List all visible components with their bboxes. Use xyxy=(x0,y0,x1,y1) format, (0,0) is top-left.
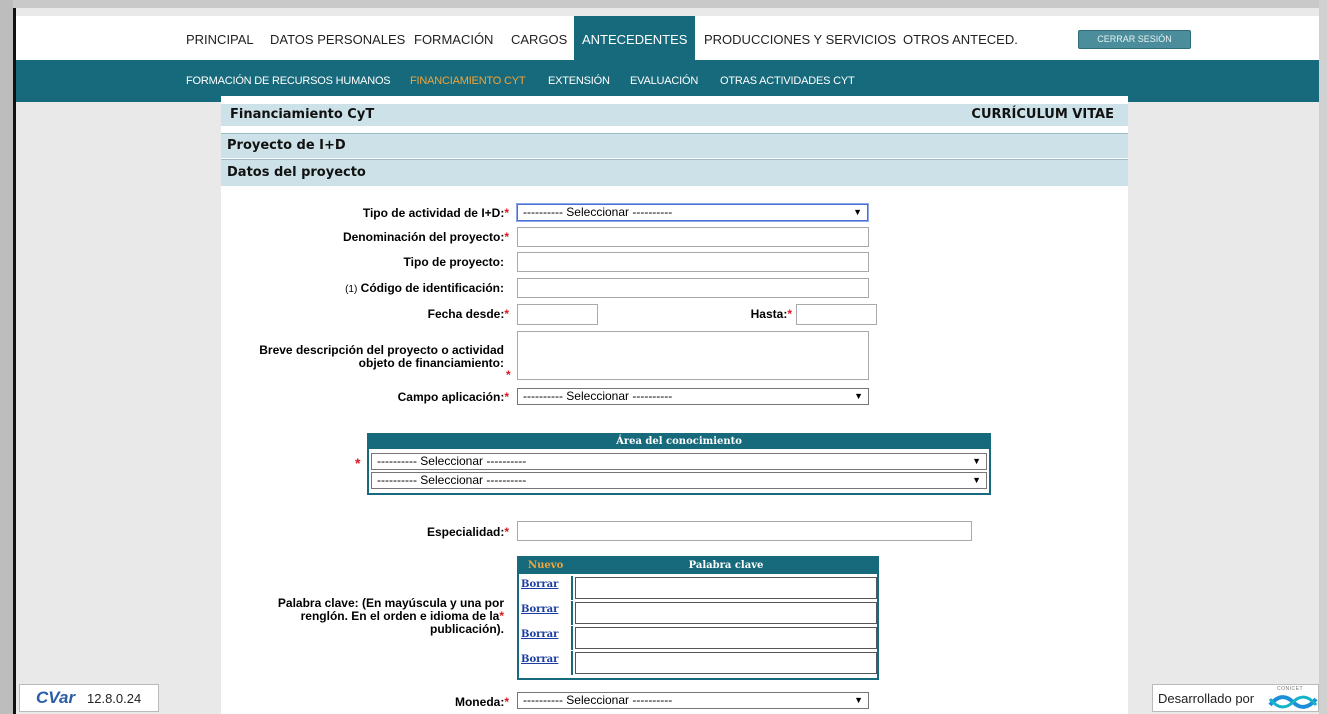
tipo-actividad-label: Tipo de actividad de I+D:* xyxy=(362,206,509,220)
palabra-clave-input[interactable] xyxy=(575,577,877,599)
logout-button[interactable]: CERRAR SESIÓN xyxy=(1078,30,1191,49)
area-conocimiento-box: Área del conocimiento ---------- Selecci… xyxy=(367,433,991,495)
nav-otros-antecedentes[interactable]: OTROS ANTECED. xyxy=(903,16,1018,60)
page-title: Financiamiento CyT xyxy=(230,107,375,122)
table-row: Borrar xyxy=(519,576,877,600)
borrar-link[interactable]: Borrar xyxy=(521,579,558,590)
table-row: Borrar xyxy=(519,651,877,675)
table-row: Borrar xyxy=(519,626,877,650)
descripcion-required-mark: * xyxy=(506,368,511,382)
palabra-clave-input[interactable] xyxy=(575,602,877,624)
hasta-label: Hasta:* xyxy=(750,307,792,321)
descripcion-textarea[interactable] xyxy=(517,331,869,380)
nav-producciones[interactable]: PRODUCCIONES Y SERVICIOS xyxy=(704,16,896,60)
area-select-2[interactable]: ---------- Seleccionar ---------- ▼ xyxy=(371,472,987,489)
developer-badge: Desarrollado por CONICET xyxy=(1152,684,1319,712)
area-required-mark: * xyxy=(355,455,361,471)
section-proyecto-title: Proyecto de I+D xyxy=(227,138,346,153)
nav-principal[interactable]: PRINCIPAL xyxy=(186,16,254,60)
version-badge: CVar 12.8.0.24 xyxy=(19,684,159,712)
campo-label: Campo aplicación:* xyxy=(397,390,509,404)
dropdown-arrow-icon: ▼ xyxy=(854,391,863,401)
campo-select[interactable]: ---------- Seleccionar ---------- ▼ xyxy=(517,388,869,405)
version-text: 12.8.0.24 xyxy=(87,691,142,706)
especialidad-input[interactable] xyxy=(517,521,972,541)
palabra-clave-col-header: Palabra clave xyxy=(688,560,764,571)
dropdown-arrow-icon: ▼ xyxy=(853,207,862,217)
palabra-clave-input[interactable] xyxy=(575,627,877,649)
nav-antecedentes[interactable]: ANTECEDENTES xyxy=(574,16,696,60)
fecha-desde-input[interactable] xyxy=(517,304,598,325)
moneda-label: Moneda:* xyxy=(454,695,509,709)
conicet-logo-icon xyxy=(1268,695,1318,709)
main-navbar: PRINCIPAL DATOS PERSONALES FORMACIÓN CAR… xyxy=(16,16,1319,60)
denominacion-label: Denominación del proyecto:* xyxy=(342,230,509,244)
nav-formacion[interactable]: FORMACIÓN xyxy=(414,16,493,60)
section-datos: Datos del proyecto xyxy=(221,159,1128,186)
developer-text: Desarrollado por xyxy=(1158,691,1255,706)
borrar-link[interactable]: Borrar xyxy=(521,654,558,665)
section-proyecto: Proyecto de I+D xyxy=(221,133,1128,158)
dropdown-arrow-icon: ▼ xyxy=(972,456,981,466)
fecha-desde-label: Fecha desde:* xyxy=(427,307,509,321)
especialidad-label: Especialidad:* xyxy=(426,525,509,539)
cv-label: CURRÍCULUM VITAE xyxy=(971,107,1114,122)
denominacion-input[interactable] xyxy=(517,227,869,247)
moneda-select[interactable]: ---------- Seleccionar ---------- ▼ xyxy=(517,692,869,709)
tipo-actividad-select[interactable]: ---------- Seleccionar ---------- ▼ xyxy=(517,204,868,221)
nav-datos-personales[interactable]: DATOS PERSONALES xyxy=(270,16,405,60)
hasta-input[interactable] xyxy=(796,304,877,325)
codigo-label: (1) Código de identificación: xyxy=(345,281,504,295)
tipo-proyecto-label: Tipo de proyecto: xyxy=(403,255,504,269)
palabra-clave-table: Nuevo Palabra clave Borrar Borrar Borrar… xyxy=(517,556,879,680)
area-conocimiento-title: Área del conocimiento xyxy=(369,435,989,449)
conicet-label: CONICET xyxy=(1277,686,1303,692)
codigo-input[interactable] xyxy=(517,278,869,298)
borrar-link[interactable]: Borrar xyxy=(521,604,558,615)
tipo-proyecto-input[interactable] xyxy=(517,252,869,272)
descripcion-label: Breve descripción del proyecto o activid… xyxy=(259,343,504,370)
nuevo-button[interactable]: Nuevo xyxy=(528,558,563,574)
section-datos-title: Datos del proyecto xyxy=(227,165,366,180)
table-row: Borrar xyxy=(519,601,877,625)
area-select-1[interactable]: ---------- Seleccionar ---------- ▼ xyxy=(371,453,987,470)
palabra-clave-label: Palabra clave: (En mayúscula y una por re… xyxy=(277,596,504,636)
cvar-logo: CVar xyxy=(36,688,76,707)
palabra-clave-input[interactable] xyxy=(575,652,877,674)
borrar-link[interactable]: Borrar xyxy=(521,629,558,640)
dropdown-arrow-icon: ▼ xyxy=(972,475,981,485)
dropdown-arrow-icon: ▼ xyxy=(854,695,863,705)
page-header: Financiamiento CyT CURRÍCULUM VITAE xyxy=(221,104,1128,126)
palabra-clave-header: Nuevo Palabra clave xyxy=(519,558,877,574)
nav-cargos[interactable]: CARGOS xyxy=(511,16,567,60)
